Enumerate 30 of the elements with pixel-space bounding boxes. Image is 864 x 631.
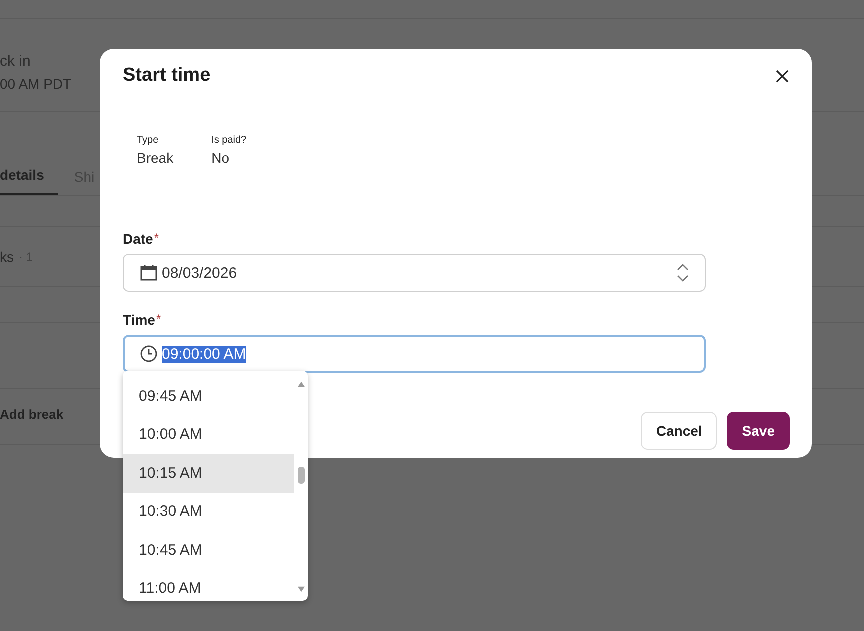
time-label: Time	[123, 312, 156, 328]
clock-in-value: 00 AM PDT	[0, 76, 72, 92]
info-label: Is paid?	[212, 135, 247, 146]
required-mark: *	[156, 312, 162, 328]
calendar-icon	[140, 264, 158, 282]
required-mark: *	[154, 231, 160, 247]
date-field[interactable]: 08/03/2026	[123, 254, 706, 292]
clock-icon	[140, 345, 158, 363]
date-value: 08/03/2026	[162, 264, 238, 282]
stepper-icon[interactable]	[677, 263, 689, 283]
close-icon[interactable]	[776, 70, 789, 82]
info-value: No	[212, 150, 230, 166]
time-option[interactable]: 10:00 AM	[123, 416, 294, 454]
info-value: Break	[137, 150, 174, 166]
time-option[interactable]: 09:45 AM	[123, 377, 294, 416]
save-button[interactable]: Save	[727, 412, 790, 450]
time-option[interactable]: 10:30 AM	[123, 492, 294, 531]
time-option[interactable]: 10:15 AM	[123, 454, 294, 492]
info-label: Type	[137, 135, 159, 146]
scroll-down-icon[interactable]	[296, 586, 306, 593]
time-value: 09:00:00 AM	[162, 346, 246, 362]
time-option[interactable]: 11:00 AM	[123, 570, 294, 601]
clock-in-label: ck in	[0, 53, 31, 70]
scroll-up-icon[interactable]	[296, 381, 306, 388]
breaks-label: ks	[0, 248, 14, 264]
cancel-button[interactable]: Cancel	[641, 412, 718, 450]
dialog-title: Start time	[123, 65, 211, 87]
scrollbar-thumb[interactable]	[298, 467, 304, 484]
date-label: Date	[123, 231, 154, 247]
time-option[interactable]: 10:45 AM	[123, 531, 294, 570]
